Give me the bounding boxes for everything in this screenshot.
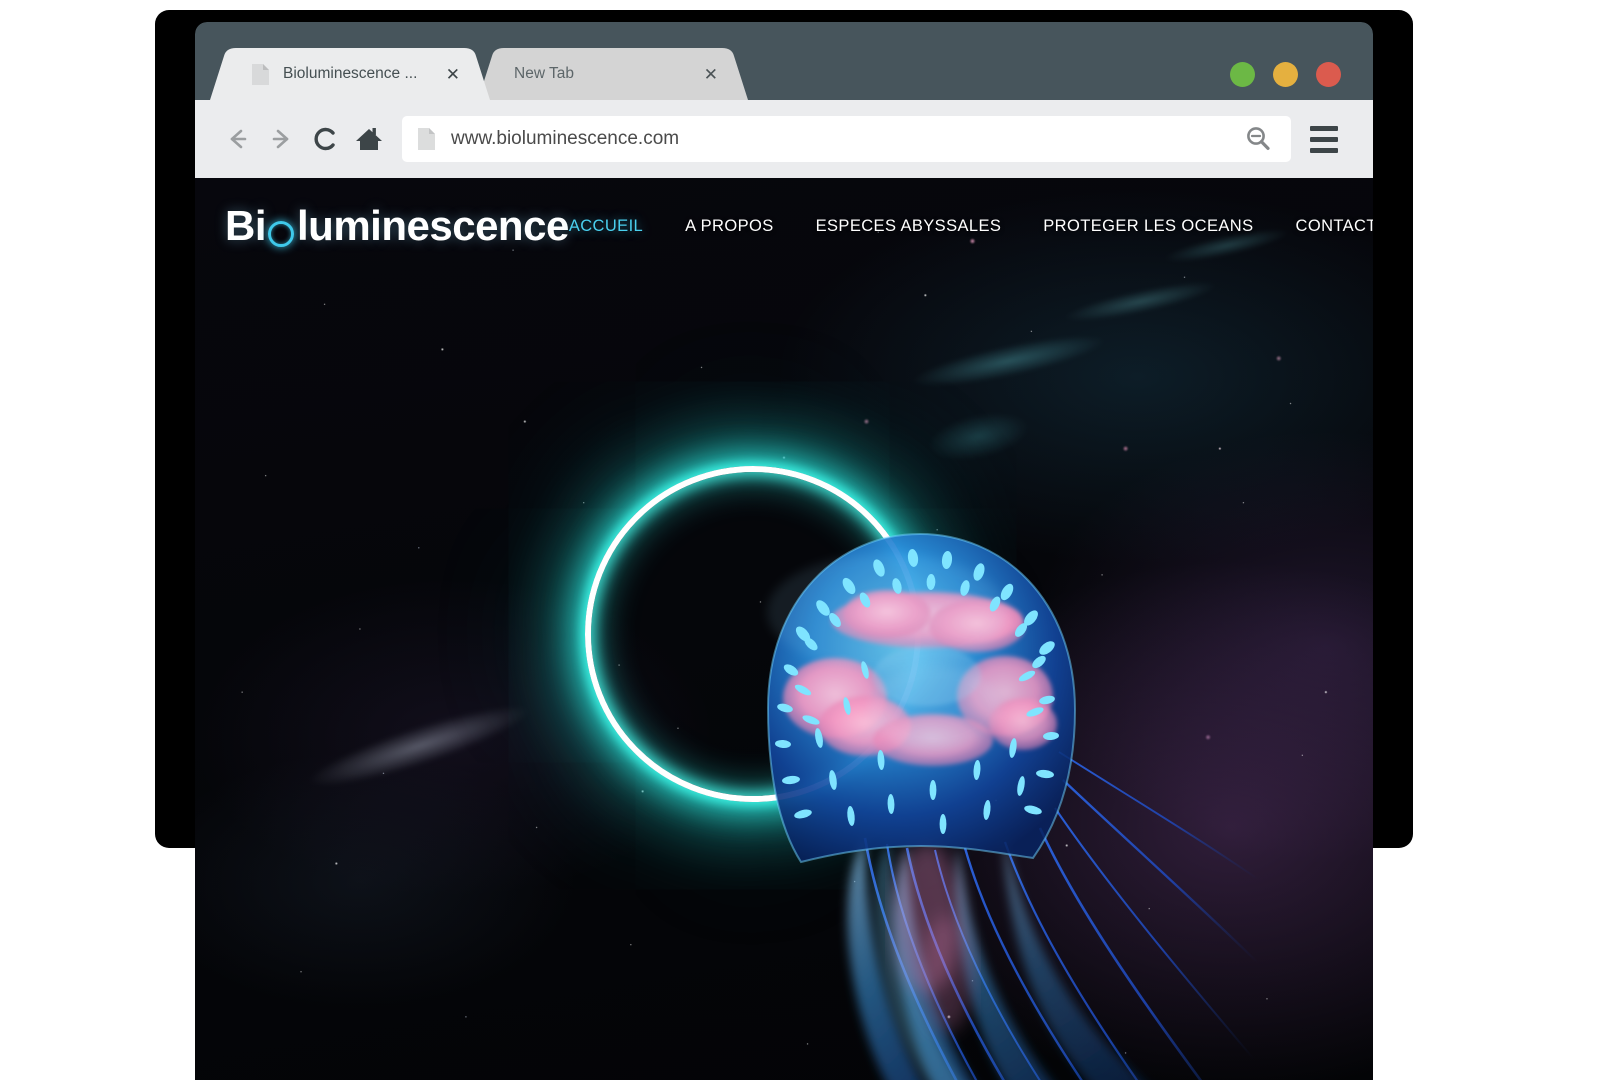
- window-controls: [1230, 62, 1341, 87]
- nav-item-proteger-les-oceans[interactable]: PROTEGER LES OCEANS: [1043, 217, 1253, 236]
- tab-close-icon[interactable]: ✕: [704, 66, 718, 83]
- browser-toolbar: www.bioluminescence.com: [195, 100, 1373, 178]
- menu-bar-1: [1310, 125, 1338, 131]
- main-navigation: ACCUEIL A PROPOS ESPECES ABYSSALES PROTE…: [569, 217, 1373, 236]
- forward-arrow-icon[interactable]: [262, 119, 302, 159]
- zoom-out-icon[interactable]: [1241, 122, 1275, 156]
- back-arrow-icon[interactable]: [217, 119, 257, 159]
- window-maximize-button[interactable]: [1273, 62, 1298, 87]
- nav-item-contact[interactable]: CONTACT: [1296, 217, 1373, 236]
- browser-window: Bioluminescence ... ✕ New Tab ✕ www.biol…: [195, 22, 1373, 1080]
- nav-item-accueil[interactable]: ACCUEIL: [569, 217, 643, 236]
- address-bar-url[interactable]: www.bioluminescence.com: [451, 128, 1241, 150]
- logo-text-after: luminescence: [297, 202, 569, 249]
- address-bar-favicon-page-icon: [418, 128, 435, 150]
- tab-favicon-page-icon: [252, 63, 269, 85]
- page-viewport: Bi luminescence ACCUEIL A PROPOS ESPECES…: [195, 178, 1373, 1080]
- tab-close-icon[interactable]: ✕: [446, 66, 460, 83]
- window-close-button[interactable]: [1316, 62, 1341, 87]
- home-icon[interactable]: [348, 119, 390, 159]
- menu-bar-3: [1310, 147, 1338, 153]
- hamburger-menu-icon[interactable]: [1297, 116, 1351, 162]
- logo-ring-o-icon: [268, 221, 294, 247]
- window-minimize-button[interactable]: [1230, 62, 1255, 87]
- browser-tab-active[interactable]: Bioluminescence ... ✕: [210, 48, 490, 100]
- tab-title: New Tab: [514, 65, 575, 82]
- logo-text-before: Bi: [225, 202, 267, 249]
- address-bar[interactable]: www.bioluminescence.com: [402, 116, 1291, 162]
- site-header: Bi luminescence ACCUEIL A PROPOS ESPECES…: [195, 178, 1373, 274]
- nav-item-especes-abyssales[interactable]: ESPECES ABYSSALES: [816, 217, 1002, 236]
- tab-strip: Bioluminescence ... ✕ New Tab ✕: [195, 22, 1373, 100]
- jellyfish-bell: [766, 532, 1077, 864]
- tab-title: Bioluminescence ...: [283, 65, 418, 82]
- reload-icon[interactable]: [307, 119, 343, 159]
- menu-bar-2: [1310, 136, 1338, 142]
- jellyfish-svg: [766, 532, 1296, 1080]
- nav-item-a-propos[interactable]: A PROPOS: [685, 217, 773, 236]
- browser-tab-new[interactable]: New Tab ✕: [478, 48, 748, 100]
- site-logo[interactable]: Bi luminescence: [225, 202, 569, 250]
- jellyfish-illustration: [535, 408, 1296, 1080]
